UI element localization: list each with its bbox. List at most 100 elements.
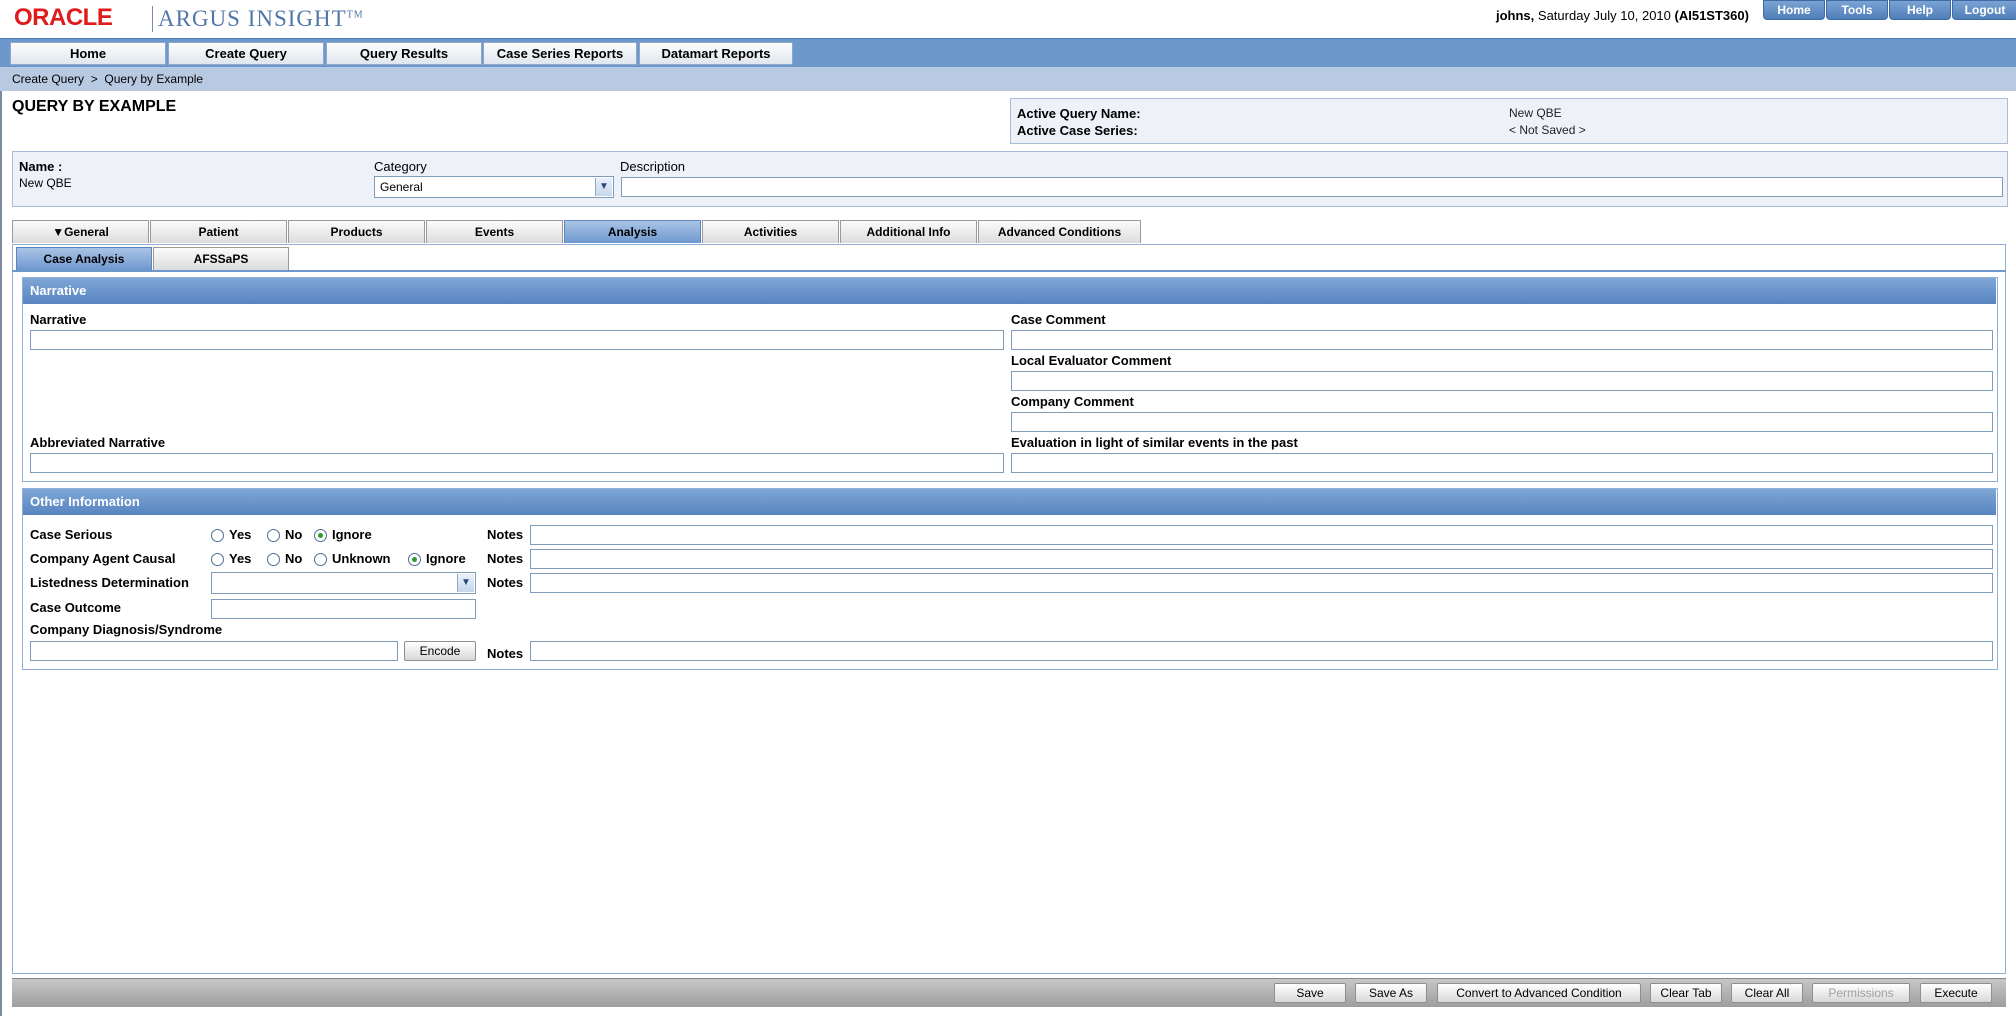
agent-causal-unknown-label: Unknown bbox=[332, 551, 391, 566]
tab-additional-info[interactable]: Additional Info bbox=[840, 220, 977, 243]
category-value: General bbox=[380, 180, 423, 194]
chevron-down-icon: ▼ bbox=[595, 178, 612, 196]
tab-analysis[interactable]: Analysis bbox=[564, 220, 701, 243]
encode-button[interactable]: Encode bbox=[404, 641, 476, 661]
tab-activities[interactable]: Activities bbox=[702, 220, 839, 243]
company-comment-label: Company Comment bbox=[1011, 394, 1134, 409]
diagnosis-notes-input[interactable] bbox=[530, 641, 1993, 661]
save-as-button[interactable]: Save As bbox=[1355, 983, 1427, 1003]
local-evaluator-comment-input[interactable] bbox=[1011, 371, 1993, 391]
active-query-name-label: Active Query Name: bbox=[1017, 106, 1141, 121]
abbreviated-narrative-label: Abbreviated Narrative bbox=[30, 435, 166, 450]
evaluation-label: Evaluation in light of similar events in… bbox=[1011, 435, 1298, 450]
case-serious-no-radio[interactable] bbox=[267, 529, 280, 542]
permissions-button[interactable]: Permissions bbox=[1812, 983, 1910, 1003]
local-evaluator-comment-label: Local Evaluator Comment bbox=[1011, 353, 1172, 368]
clear-tab-button[interactable]: Clear Tab bbox=[1650, 983, 1722, 1003]
case-outcome-input[interactable] bbox=[211, 599, 476, 619]
other-information-section: Other Information Case Serious Yes No Ig… bbox=[22, 488, 1998, 670]
active-case-series-label: Active Case Series: bbox=[1017, 123, 1138, 138]
name-label: Name : bbox=[19, 159, 63, 174]
tab-general[interactable]: ▼General bbox=[12, 220, 149, 243]
utility-nav: Home Tools Help Logout bbox=[1763, 0, 2016, 20]
case-comment-input[interactable] bbox=[1011, 330, 1993, 350]
category-label: Category bbox=[374, 159, 427, 174]
clear-all-button[interactable]: Clear All bbox=[1731, 983, 1803, 1003]
convert-to-advanced-condition-button[interactable]: Convert to Advanced Condition bbox=[1437, 983, 1641, 1003]
breadcrumb-bar bbox=[0, 67, 2016, 91]
company-diagnosis-label: Company Diagnosis/Syndrome bbox=[30, 622, 223, 637]
agent-causal-no-label: No bbox=[285, 551, 303, 566]
company-agent-causal-label: Company Agent Causal bbox=[30, 551, 176, 566]
agent-causal-unknown-radio[interactable] bbox=[314, 553, 327, 566]
tab-patient[interactable]: Patient bbox=[150, 220, 287, 243]
case-serious-no-label: No bbox=[285, 527, 303, 542]
case-serious-label: Case Serious bbox=[30, 527, 113, 542]
agent-causal-ignore-label: Ignore bbox=[426, 551, 466, 566]
tab-events[interactable]: Events bbox=[426, 220, 563, 243]
case-serious-ignore-radio[interactable] bbox=[314, 529, 327, 542]
company-diagnosis-input[interactable] bbox=[30, 641, 398, 661]
argus-insight-logo: ARGUS INSIGHTTM bbox=[158, 6, 364, 32]
user-name: johns, bbox=[1496, 8, 1535, 23]
trademark: TM bbox=[346, 9, 364, 21]
other-information-header: Other Information bbox=[23, 489, 1996, 515]
company-comment-input[interactable] bbox=[1011, 412, 1993, 432]
agent-causal-notes-input[interactable] bbox=[530, 549, 1993, 569]
breadcrumb: Create Query > Query by Example bbox=[12, 72, 204, 86]
category-select[interactable]: General ▼ bbox=[374, 176, 614, 198]
description-label: Description bbox=[620, 159, 686, 174]
case-serious-notes-input[interactable] bbox=[530, 525, 1993, 545]
case-serious-ignore-label: Ignore bbox=[332, 527, 372, 542]
util-help-link[interactable]: Help bbox=[1889, 0, 1951, 20]
subtab-afssaps[interactable]: AFSSaPS bbox=[153, 247, 289, 270]
subtab-underline bbox=[12, 270, 2006, 272]
util-logout-link[interactable]: Logout bbox=[1952, 0, 2016, 20]
nav-query-results[interactable]: Query Results bbox=[326, 42, 482, 65]
tab-products[interactable]: Products bbox=[288, 220, 425, 243]
agent-causal-ignore-radio[interactable] bbox=[408, 553, 421, 566]
listedness-notes-label: Notes bbox=[487, 575, 524, 590]
page-title: QUERY BY EXAMPLE bbox=[12, 98, 177, 115]
listedness-label: Listedness Determination bbox=[30, 575, 189, 590]
agent-causal-yes-label: Yes bbox=[229, 551, 252, 566]
query-name-value: New QBE bbox=[19, 176, 72, 190]
nav-case-series-reports[interactable]: Case Series Reports bbox=[483, 42, 637, 65]
abbreviated-narrative-input[interactable] bbox=[30, 453, 1004, 473]
listedness-notes-input[interactable] bbox=[530, 573, 1993, 593]
narrative-section: Narrative Narrative Abbreviated Narrativ… bbox=[22, 277, 1998, 482]
save-button[interactable]: Save bbox=[1274, 983, 1346, 1003]
description-input[interactable] bbox=[621, 177, 2003, 197]
diagnosis-notes-label: Notes bbox=[487, 646, 524, 661]
oracle-logo: ORACLE bbox=[14, 4, 113, 31]
evaluation-input[interactable] bbox=[1011, 453, 1993, 473]
query-header: Name : New QBE Category General ▼ Descri… bbox=[12, 151, 2008, 207]
filter-icon: ▼ bbox=[52, 225, 65, 239]
active-query-box: Active Query Name: New QBE Active Case S… bbox=[1010, 98, 2008, 144]
logo-divider bbox=[152, 6, 153, 32]
tab-advanced-conditions[interactable]: Advanced Conditions bbox=[978, 220, 1141, 243]
active-query-name-value: New QBE bbox=[1509, 106, 1562, 120]
subtab-case-analysis[interactable]: Case Analysis bbox=[16, 247, 152, 270]
nav-datamart-reports[interactable]: Datamart Reports bbox=[639, 42, 793, 65]
util-tools-link[interactable]: Tools bbox=[1826, 0, 1888, 20]
case-comment-label: Case Comment bbox=[1011, 312, 1106, 327]
listedness-select[interactable]: ▼ bbox=[211, 572, 476, 594]
database-id: (AI51ST360) bbox=[1674, 8, 1749, 23]
nav-create-query[interactable]: Create Query bbox=[168, 42, 324, 65]
case-serious-yes-label: Yes bbox=[229, 527, 252, 542]
narrative-input[interactable] bbox=[30, 330, 1004, 350]
agent-causal-notes-label: Notes bbox=[487, 551, 524, 566]
product-name: ARGUS INSIGHT bbox=[158, 6, 347, 31]
main-nav: Home Create Query Query Results Case Ser… bbox=[0, 38, 2016, 68]
tab-general-label: General bbox=[64, 225, 109, 239]
case-serious-notes-label: Notes bbox=[487, 527, 524, 542]
case-serious-yes-radio[interactable] bbox=[211, 529, 224, 542]
current-date: Saturday July 10, 2010 bbox=[1537, 8, 1671, 23]
nav-home[interactable]: Home bbox=[10, 42, 166, 65]
agent-causal-no-radio[interactable] bbox=[267, 553, 280, 566]
execute-button[interactable]: Execute bbox=[1920, 983, 1992, 1003]
agent-causal-yes-radio[interactable] bbox=[211, 553, 224, 566]
util-home-link[interactable]: Home bbox=[1763, 0, 1825, 20]
active-case-series-value: < Not Saved > bbox=[1509, 123, 1586, 137]
